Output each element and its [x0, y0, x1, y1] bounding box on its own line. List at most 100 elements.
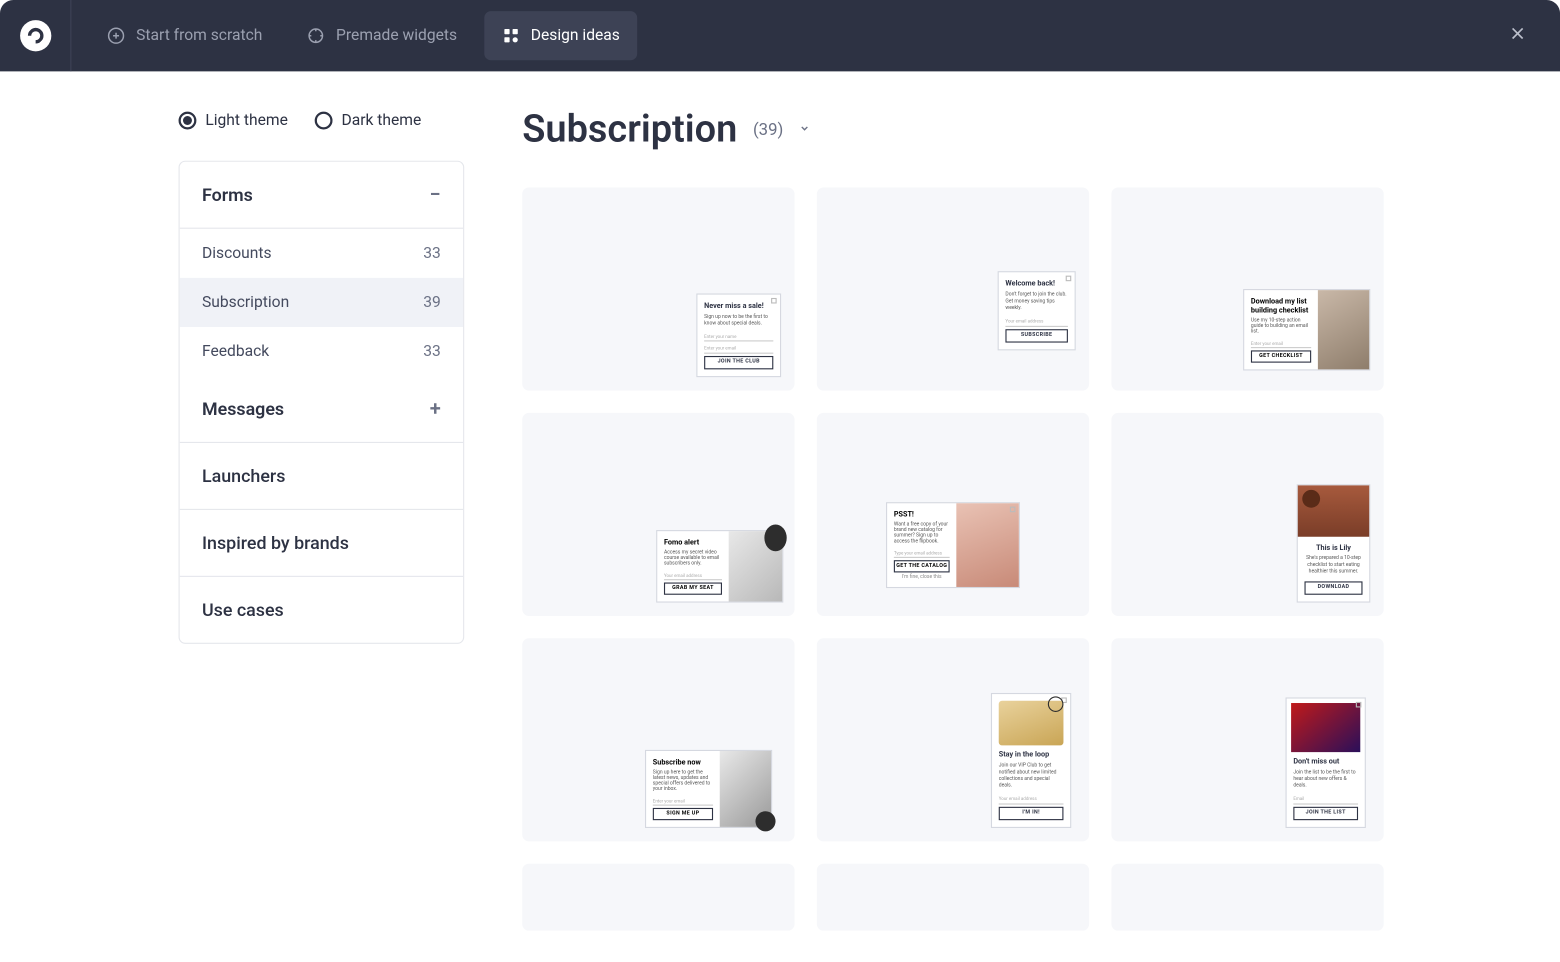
template-grid: Never miss a sale! Sign up now to be the… — [522, 187, 1560, 930]
tab-premade-widgets[interactable]: Premade widgets — [289, 11, 475, 60]
template-card[interactable]: Welcome back! Don't forget to join the c… — [817, 187, 1089, 390]
group-label: Forms — [202, 184, 253, 205]
group-label: Use cases — [202, 599, 284, 620]
popup-field: Type your email address — [894, 549, 950, 558]
sidebar-item-feedback[interactable]: Feedback 33 — [180, 327, 463, 376]
popup-field: Your email address — [664, 571, 722, 580]
tab-label: Start from scratch — [136, 27, 262, 45]
heading-row[interactable]: Subscription (39) — [522, 107, 1560, 152]
popup-preview: Never miss a sale! Sign up now to be the… — [696, 293, 781, 377]
sidebar-item-discounts[interactable]: Discounts 33 — [180, 229, 463, 278]
template-card[interactable]: Download my list building checklist Use … — [1111, 187, 1383, 390]
popup-preview: Download my list building checklist Use … — [1243, 289, 1370, 370]
popup-sub: She's prepared a 10-step checklist to st… — [1304, 556, 1362, 576]
popup-image — [956, 503, 1018, 587]
page-count: (39) — [753, 119, 783, 139]
template-card[interactable]: This is Lily She's prepared a 10-step ch… — [1111, 413, 1383, 616]
group-inspired-by-brands[interactable]: Inspired by brands — [180, 510, 463, 577]
popup-preview: This is Lily She's prepared a 10-step ch… — [1297, 484, 1371, 603]
sidebar: Light theme Dark theme Forms − Discounts… — [0, 71, 464, 961]
popup-cta: JOIN THE CLUB — [704, 355, 773, 369]
popup-title: Don't miss out — [1293, 757, 1358, 767]
popup-close-icon — [771, 298, 777, 304]
popup-image — [729, 531, 783, 601]
popup-cta: DOWNLOAD — [1304, 581, 1362, 595]
sidebar-item-count: 33 — [423, 343, 441, 361]
tab-label: Design ideas — [531, 27, 620, 45]
plus-circle-icon — [107, 27, 125, 45]
sidebar-item-label: Discounts — [202, 244, 272, 262]
popup-image — [1318, 290, 1369, 369]
sidebar-item-subscription[interactable]: Subscription 39 — [180, 278, 463, 327]
group-label: Inspired by brands — [202, 532, 349, 553]
popup-cta: GET CHECKLIST — [1251, 350, 1311, 362]
template-card[interactable]: Never miss a sale! Sign up now to be the… — [522, 187, 794, 390]
popup-cta: GRAB MY SEAT — [664, 582, 722, 594]
sidebar-item-label: Subscription — [202, 293, 289, 311]
popup-preview: Don't miss out Join the list to be the f… — [1286, 698, 1366, 828]
popup-title: Welcome back! — [1005, 279, 1067, 289]
radio-dark-theme[interactable]: Dark theme — [315, 112, 422, 130]
group-launchers[interactable]: Launchers — [180, 443, 463, 510]
popup-sub: Sign up now to be the first to know abou… — [704, 314, 773, 328]
group-messages[interactable]: Messages + — [180, 376, 463, 443]
chevron-down-icon — [799, 121, 810, 139]
popup-title: Download my list building checklist — [1251, 297, 1311, 315]
popup-sub: Join our VIP Club to get notified about … — [999, 763, 1064, 790]
popup-cta: JOIN THE LIST — [1293, 806, 1358, 820]
popup-sub: Want a free copy of your brand new catal… — [894, 522, 950, 544]
popup-title: PSST! — [894, 510, 950, 519]
sidebar-item-count: 33 — [423, 244, 441, 262]
popup-field: Enter your email — [704, 344, 773, 353]
popup-field: Enter your name — [704, 332, 773, 341]
popup-preview: PSST! Want a free copy of your brand new… — [886, 502, 1020, 588]
popup-sub: Join the list to be the first to hear ab… — [1293, 770, 1358, 790]
tab-label: Premade widgets — [336, 27, 457, 45]
group-use-cases[interactable]: Use cases — [180, 577, 463, 643]
template-card[interactable]: Don't miss out Join the list to be the f… — [1111, 638, 1383, 841]
close-button[interactable] — [1500, 18, 1536, 54]
popup-preview: Welcome back! Don't forget to join the c… — [998, 271, 1076, 350]
radio-light-theme[interactable]: Light theme — [179, 112, 288, 130]
group-label: Launchers — [202, 465, 285, 486]
topbar: Start from scratch Premade widgets Desig… — [0, 0, 1560, 71]
popup-title: Never miss a sale! — [704, 301, 773, 311]
popup-cta: SUBSCRIBE — [1005, 329, 1067, 343]
close-icon — [1508, 23, 1528, 48]
template-card[interactable]: Stay in the loop Join our VIP Club to ge… — [817, 638, 1089, 841]
popup-cta: GET THE CATALOG — [894, 560, 950, 572]
app-logo[interactable] — [0, 0, 71, 71]
minus-icon: − — [430, 185, 441, 205]
radio-label: Light theme — [205, 112, 288, 130]
popup-sub: Access my secret video course available … — [664, 550, 722, 567]
popup-secondary: I'm fine, close this — [894, 575, 950, 581]
sidebar-item-count: 39 — [423, 293, 441, 311]
radio-label: Dark theme — [341, 112, 421, 130]
popup-title: Subscribe now — [653, 758, 713, 767]
popup-cta: I'M IN! — [999, 806, 1064, 820]
template-card[interactable]: Fomo alert Access my secret video course… — [522, 413, 794, 616]
template-card[interactable] — [1111, 864, 1383, 931]
popup-preview: Stay in the loop Join our VIP Club to ge… — [991, 693, 1071, 828]
popup-field: Your email address — [999, 795, 1064, 804]
target-icon — [307, 27, 325, 45]
popup-sub: Don't forget to join the club. Get money… — [1005, 292, 1067, 312]
template-card[interactable]: Subscribe now Sign up here to get the la… — [522, 638, 794, 841]
popup-field: Enter your email — [1251, 339, 1311, 348]
template-card[interactable] — [817, 864, 1089, 931]
template-card[interactable] — [522, 864, 794, 931]
group-forms[interactable]: Forms − — [180, 162, 463, 229]
popup-title: Stay in the loop — [999, 750, 1064, 760]
topbar-tabs: Start from scratch Premade widgets Desig… — [89, 11, 637, 60]
popup-close-icon — [1010, 507, 1016, 513]
popup-image — [999, 701, 1064, 746]
tab-start-from-scratch[interactable]: Start from scratch — [89, 11, 280, 60]
group-label: Messages — [202, 398, 284, 419]
popup-preview: Fomo alert Access my secret video course… — [656, 530, 783, 603]
category-panel: Forms − Discounts 33 Subscription 39 Fee… — [179, 161, 465, 644]
popup-image — [1291, 703, 1360, 752]
popup-close-icon — [1066, 276, 1072, 282]
popup-sub: Sign up here to get the latest news, upd… — [653, 770, 713, 792]
tab-design-ideas[interactable]: Design ideas — [484, 11, 638, 60]
template-card[interactable]: PSST! Want a free copy of your brand new… — [817, 413, 1089, 616]
